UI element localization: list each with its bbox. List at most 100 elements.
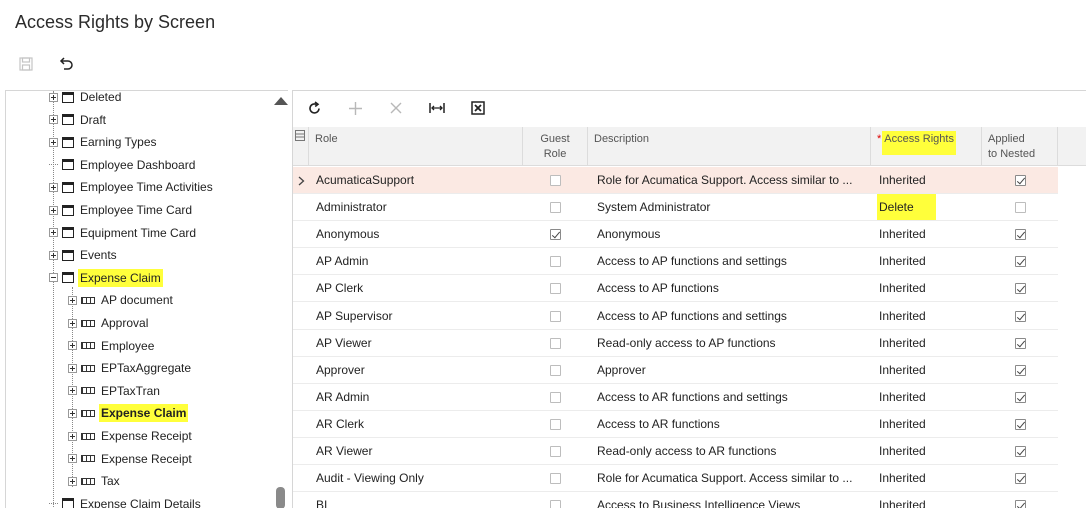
applied-to-nested-checkbox[interactable] xyxy=(1015,256,1026,268)
expand-icon[interactable] xyxy=(48,115,58,125)
guest-role-checkbox[interactable] xyxy=(550,473,561,485)
cell-role[interactable]: AP Clerk xyxy=(316,275,521,302)
cell-description[interactable]: Access to AP functions and settings xyxy=(597,303,865,330)
table-row[interactable]: Audit - Viewing Only Role for Acumatica S… xyxy=(293,465,1058,493)
column-header-role[interactable]: Role xyxy=(309,127,523,166)
table-row[interactable]: AP Clerk Access to AP functions Inherited xyxy=(293,275,1058,303)
cell-access-rights[interactable]: Inherited xyxy=(877,438,977,465)
guest-role-checkbox[interactable] xyxy=(550,310,561,322)
table-row[interactable]: Anonymous Anonymous Inherited xyxy=(293,221,1058,249)
cell-role[interactable]: Audit - Viewing Only xyxy=(316,465,521,492)
tree-item[interactable]: EPTaxAggregate xyxy=(67,357,193,379)
expand-icon[interactable] xyxy=(67,363,77,373)
tree-item[interactable]: Events xyxy=(48,244,119,266)
tree-item[interactable]: Tax xyxy=(67,470,122,492)
cell-access-rights[interactable]: Inherited xyxy=(877,465,977,492)
table-row[interactable]: AP Supervisor Access to AP functions and … xyxy=(293,303,1058,330)
tree-item[interactable]: Expense Claim xyxy=(67,402,189,424)
add-button[interactable] xyxy=(344,98,366,118)
expand-icon[interactable] xyxy=(67,341,77,351)
row-selector-header[interactable] xyxy=(293,127,309,166)
tree-item[interactable]: Employee xyxy=(67,335,156,357)
guest-role-checkbox[interactable] xyxy=(550,500,561,508)
table-row[interactable]: AR Admin Access to AR functions and setti… xyxy=(293,384,1058,411)
tree-item[interactable]: Approval xyxy=(67,312,150,334)
table-row[interactable]: AR Clerk Access to AR functions Inherited xyxy=(293,411,1058,438)
expand-icon[interactable] xyxy=(67,431,77,441)
cell-access-rights[interactable]: Inherited xyxy=(877,248,977,275)
cell-description[interactable]: Approver xyxy=(597,357,865,384)
cell-description[interactable]: Anonymous xyxy=(597,221,865,248)
cell-role[interactable]: AP Viewer xyxy=(316,330,521,357)
table-row[interactable]: AR Viewer Read-only access to AR function… xyxy=(293,438,1058,465)
cell-role[interactable]: AP Supervisor xyxy=(316,303,521,330)
guest-role-checkbox[interactable] xyxy=(550,337,561,349)
cell-description[interactable]: Read-only access to AP functions xyxy=(597,330,865,357)
cell-role[interactable]: AR Clerk xyxy=(316,411,521,438)
row-selector[interactable] xyxy=(293,492,309,508)
row-selector[interactable] xyxy=(293,411,309,438)
collapse-icon[interactable] xyxy=(48,273,58,283)
scroll-up-icon[interactable] xyxy=(274,97,288,105)
export-excel-button[interactable] xyxy=(467,98,489,118)
row-selector[interactable] xyxy=(293,194,309,221)
cell-description[interactable]: Access to AR functions xyxy=(597,411,865,438)
cell-access-rights[interactable]: Inherited xyxy=(877,384,977,411)
undo-button[interactable] xyxy=(56,54,76,74)
tree-item[interactable]: Equipment Time Card xyxy=(48,222,198,244)
applied-to-nested-checkbox[interactable] xyxy=(1015,283,1026,295)
fit-columns-button[interactable] xyxy=(426,98,448,118)
cell-description[interactable]: Role for Acumatica Support. Access simil… xyxy=(597,465,865,492)
row-selector[interactable] xyxy=(293,438,309,465)
applied-to-nested-checkbox[interactable] xyxy=(1015,310,1026,322)
cell-access-rights[interactable]: Delete xyxy=(877,194,977,221)
expand-icon[interactable] xyxy=(48,250,58,260)
row-selector[interactable] xyxy=(293,330,309,357)
cell-role[interactable]: AP Admin xyxy=(316,248,521,275)
expand-icon[interactable] xyxy=(67,318,77,328)
tree-item[interactable]: AP document xyxy=(67,289,175,311)
expand-icon[interactable] xyxy=(67,476,77,486)
cell-role[interactable]: AR Admin xyxy=(316,384,521,411)
expand-icon[interactable] xyxy=(48,182,58,192)
table-row[interactable]: Administrator System Administrator Delete xyxy=(293,194,1058,222)
save-button[interactable] xyxy=(16,54,36,74)
cell-description[interactable]: System Administrator xyxy=(597,194,865,221)
expand-icon[interactable] xyxy=(67,408,77,418)
guest-role-checkbox[interactable] xyxy=(550,391,561,403)
row-selector[interactable] xyxy=(293,221,309,248)
scroll-thumb[interactable] xyxy=(276,487,285,508)
tree-item[interactable]: Draft xyxy=(48,109,108,131)
cell-description[interactable]: Access to AR functions and settings xyxy=(597,384,865,411)
column-header-description[interactable]: Description xyxy=(588,127,871,166)
guest-role-checkbox[interactable] xyxy=(550,202,561,214)
tree-item[interactable]: Deleted xyxy=(48,91,123,108)
applied-to-nested-checkbox[interactable] xyxy=(1015,418,1026,430)
table-row[interactable]: AcumaticaSupport Role for Acumatica Suppo… xyxy=(293,167,1058,194)
tree-item[interactable]: EPTaxTran xyxy=(67,380,162,402)
cell-role[interactable]: AR Viewer xyxy=(316,438,521,465)
row-selector[interactable] xyxy=(293,357,309,384)
expand-icon[interactable] xyxy=(48,92,58,102)
applied-to-nested-checkbox[interactable] xyxy=(1015,500,1026,508)
tree-item[interactable]: Employee Dashboard xyxy=(48,154,197,176)
tree-item[interactable]: Expense Receipt xyxy=(67,448,194,470)
column-header-access-rights[interactable]: * Access Rights xyxy=(871,127,982,166)
guest-role-checkbox[interactable] xyxy=(550,175,561,186)
cell-access-rights[interactable]: Inherited xyxy=(877,330,977,357)
guest-role-checkbox[interactable] xyxy=(550,283,561,295)
row-selector[interactable] xyxy=(293,465,309,492)
row-selector[interactable] xyxy=(293,275,309,302)
guest-role-checkbox[interactable] xyxy=(550,364,561,376)
applied-to-nested-checkbox[interactable] xyxy=(1015,229,1026,241)
cell-description[interactable]: Access to AP functions xyxy=(597,275,865,302)
guest-role-checkbox[interactable] xyxy=(550,256,561,268)
tree-item[interactable]: Expense Claim xyxy=(48,267,163,289)
cell-description[interactable]: Read-only access to AR functions xyxy=(597,438,865,465)
expand-icon[interactable] xyxy=(67,295,77,305)
table-row[interactable]: Approver Approver Inherited xyxy=(293,357,1058,384)
row-selector[interactable] xyxy=(293,248,309,275)
cell-role[interactable]: BI xyxy=(316,492,521,508)
guest-role-checkbox[interactable] xyxy=(550,446,561,457)
guest-role-checkbox[interactable] xyxy=(550,229,561,241)
